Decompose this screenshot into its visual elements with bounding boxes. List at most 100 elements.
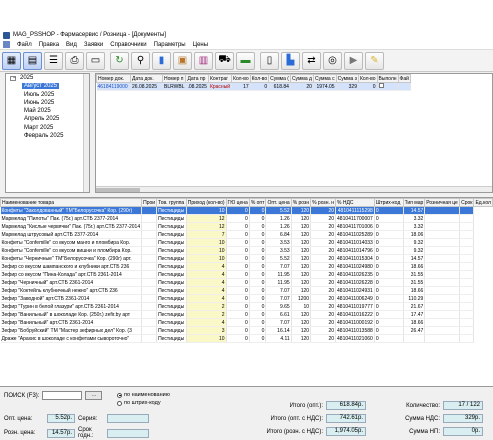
goods-column-header[interactable]: Ед.кол <box>473 198 493 207</box>
total-opt-label: Итого (опт.): <box>289 402 323 409</box>
docs-column-header[interactable]: Дата док. <box>130 74 163 83</box>
radio-by-barcode[interactable]: по штрих-коду <box>117 399 170 407</box>
table-cell: 0 <box>249 206 267 215</box>
goods-column-header[interactable]: % розн. н <box>310 198 337 207</box>
radio-by-name[interactable]: по наименованию <box>117 391 170 399</box>
box-icon[interactable]: ▣ <box>173 51 192 70</box>
swap-icon[interactable]: ⇄ <box>302 51 321 70</box>
goods-column-header[interactable]: Прои <box>141 198 158 207</box>
table-row[interactable]: Конфеты "Заколдованный" ТМ"Белорусочка" … <box>0 206 493 215</box>
documents-hscroll[interactable] <box>96 186 492 192</box>
chart-icon[interactable]: ▙ <box>281 51 300 70</box>
menu-prices[interactable]: Цены <box>193 42 208 48</box>
docs-column-header[interactable]: Кол-во <box>357 74 378 83</box>
search-icon[interactable]: ⚲ <box>131 51 150 70</box>
list-icon[interactable]: ☰ <box>44 51 63 70</box>
table-row[interactable]: Мармелад "Кислые червячки" Пак. (75г.) а… <box>0 222 493 231</box>
docs-column-header[interactable]: Номер п <box>161 74 187 83</box>
table-cell <box>424 318 461 327</box>
goods-column-header[interactable]: % НДС <box>335 198 375 207</box>
goods-column-header[interactable]: ГЮ цена <box>225 198 250 207</box>
play-icon[interactable]: ▶ <box>344 51 363 70</box>
table-cell: Пестициды <box>156 310 187 319</box>
menu-parameters[interactable]: Параметры <box>154 42 186 48</box>
report-icon[interactable]: ▤ <box>23 51 42 70</box>
table-row[interactable]: Зефир "Ванильный" арт.СТБ 2361-2014 Пести… <box>0 318 493 327</box>
table-row[interactable]: Зефир "Черничный" арт.СТБ 2361-2014 Пести… <box>0 278 493 287</box>
table-row[interactable]: Мармелад "Пилоты" Пак. (75г.) арт.СТБ 23… <box>0 214 493 223</box>
docs-column-header[interactable]: Сумма д <box>289 74 314 83</box>
books-icon[interactable]: ▥ <box>194 51 213 70</box>
tree-node[interactable]: Май 2025 <box>6 107 89 115</box>
table-cell: 20 <box>310 310 337 319</box>
docs-column-header[interactable]: Дата пр <box>185 74 209 83</box>
document-icon[interactable]: ▯ <box>260 51 279 70</box>
docs-column-header[interactable]: Кол-во <box>231 74 251 83</box>
docs-column-header[interactable]: Кол-во <box>249 74 270 83</box>
table-row[interactable]: Зефир "Ванильный" в шоколаде Кор. (250г.… <box>0 310 493 319</box>
menu-requests[interactable]: Заявки <box>84 42 103 48</box>
table-row[interactable]: Зефир "Бобруйский" ТМ "Мастер зефирных д… <box>0 326 493 335</box>
done-checkbox[interactable] <box>378 83 384 88</box>
table-row[interactable]: Конфеты "Confemille" со вкусом вишни и п… <box>0 246 493 255</box>
docs-column-header[interactable]: Контраг <box>207 74 233 83</box>
menu-app-icon[interactable] <box>3 41 10 48</box>
tree-scrollbar[interactable] <box>83 74 89 192</box>
search-input[interactable] <box>42 391 83 400</box>
docs-column-header[interactable]: Номер док. <box>96 74 131 83</box>
goods-column-header[interactable]: Розничная це <box>424 198 461 207</box>
goods-column-header[interactable]: % розн <box>290 198 312 207</box>
collapse-icon[interactable]: − <box>10 76 16 81</box>
tree-node[interactable]: Август 2025 <box>6 82 89 90</box>
grid-icon[interactable]: ▦ <box>2 51 21 70</box>
docs-column-header[interactable]: Фай <box>397 74 411 83</box>
tree-node[interactable]: Июнь 2025 <box>6 99 89 107</box>
tree-node-label: Июнь 2025 <box>24 99 55 106</box>
tree-node[interactable]: Март 2025 <box>6 124 89 132</box>
table-cell <box>424 246 461 255</box>
goods-column-header[interactable]: Приход (кол-во) <box>185 198 227 207</box>
search-button[interactable]: ... <box>85 391 103 400</box>
tree-node[interactable]: Апрель 2025 <box>6 115 89 123</box>
goods-column-header[interactable]: Наименование товара <box>0 198 143 207</box>
goods-column-header[interactable]: Тов. группа <box>156 198 187 207</box>
goods-column-header[interactable]: Опт. цена <box>265 198 292 207</box>
table-row[interactable]: Зефир "Турин в белой глазури" арт.СТБ 23… <box>0 302 493 311</box>
table-row[interactable]: Зефир со вкусом "Пина-Колада" арт.СТБ 23… <box>0 270 493 279</box>
menu-edit[interactable]: Правка <box>39 42 59 48</box>
table-cell: .08.2025 <box>185 82 209 91</box>
table-row[interactable]: Зефир "Коктейль клубничный нежно" арт.СТ… <box>0 286 493 295</box>
pencil-icon[interactable]: ✎ <box>365 51 384 70</box>
table-cell: 0 <box>249 318 267 327</box>
refresh-icon[interactable]: ↻ <box>110 51 129 70</box>
binoculars-icon[interactable]: ◎ <box>323 51 342 70</box>
docs-column-header[interactable]: Сумма с <box>312 74 337 83</box>
print-icon[interactable]: ⎙ <box>65 51 84 70</box>
goods-column-header[interactable]: Тип мар <box>402 198 426 207</box>
goods-column-header[interactable]: Штрих-код <box>373 198 404 207</box>
scanner-icon[interactable]: ▭ <box>86 51 105 70</box>
book-icon[interactable]: ▮ <box>152 51 171 70</box>
table-row[interactable]: Драже "Арахис в шоколаде с конфетами сыв… <box>0 334 493 343</box>
table-row[interactable]: Конфеты "Confemille" со вкусом манго и п… <box>0 238 493 247</box>
menu-file[interactable]: Файл <box>17 42 32 48</box>
goods-column-header[interactable]: % опт <box>248 198 267 207</box>
table-row[interactable]: Зефир со вкусом шампанского и клубники а… <box>0 262 493 271</box>
docs-column-header[interactable]: Сумма ( <box>268 74 291 83</box>
goods-grid: Наименование товара Прои Тов. группа Приход… <box>0 197 493 387</box>
menu-view[interactable]: Вид <box>66 42 77 48</box>
table-row[interactable]: 46184119000 26.08.2025 BLRWBL .08.2025 Красн… <box>96 82 411 91</box>
menu-references[interactable]: Справочники <box>110 42 146 48</box>
tree-node[interactable]: Июль 2025 <box>6 91 89 99</box>
cart-icon[interactable]: ⛟ <box>215 51 234 70</box>
table-row[interactable]: Мармелад штрусовый арт.СТБ 2377-2014 Пест… <box>0 230 493 239</box>
radio-label: по наименованию <box>124 392 170 398</box>
table-row[interactable]: Конфеты "Черничные" ТМ"Белорусочка" Кор.… <box>0 254 493 263</box>
table-row[interactable]: Зефир "Заводной" арт.СТБ 2361-2014 Пестиц… <box>0 294 493 303</box>
tree-node[interactable]: Февраль 2025 <box>6 132 89 140</box>
goods-column-header[interactable]: Срок <box>459 198 475 207</box>
docs-column-header[interactable]: Сумма з <box>335 74 359 83</box>
tree-node[interactable]: −2025 <box>6 74 89 82</box>
cash-icon[interactable]: ▬ <box>236 51 255 70</box>
docs-column-header[interactable]: Выполн <box>376 74 399 83</box>
